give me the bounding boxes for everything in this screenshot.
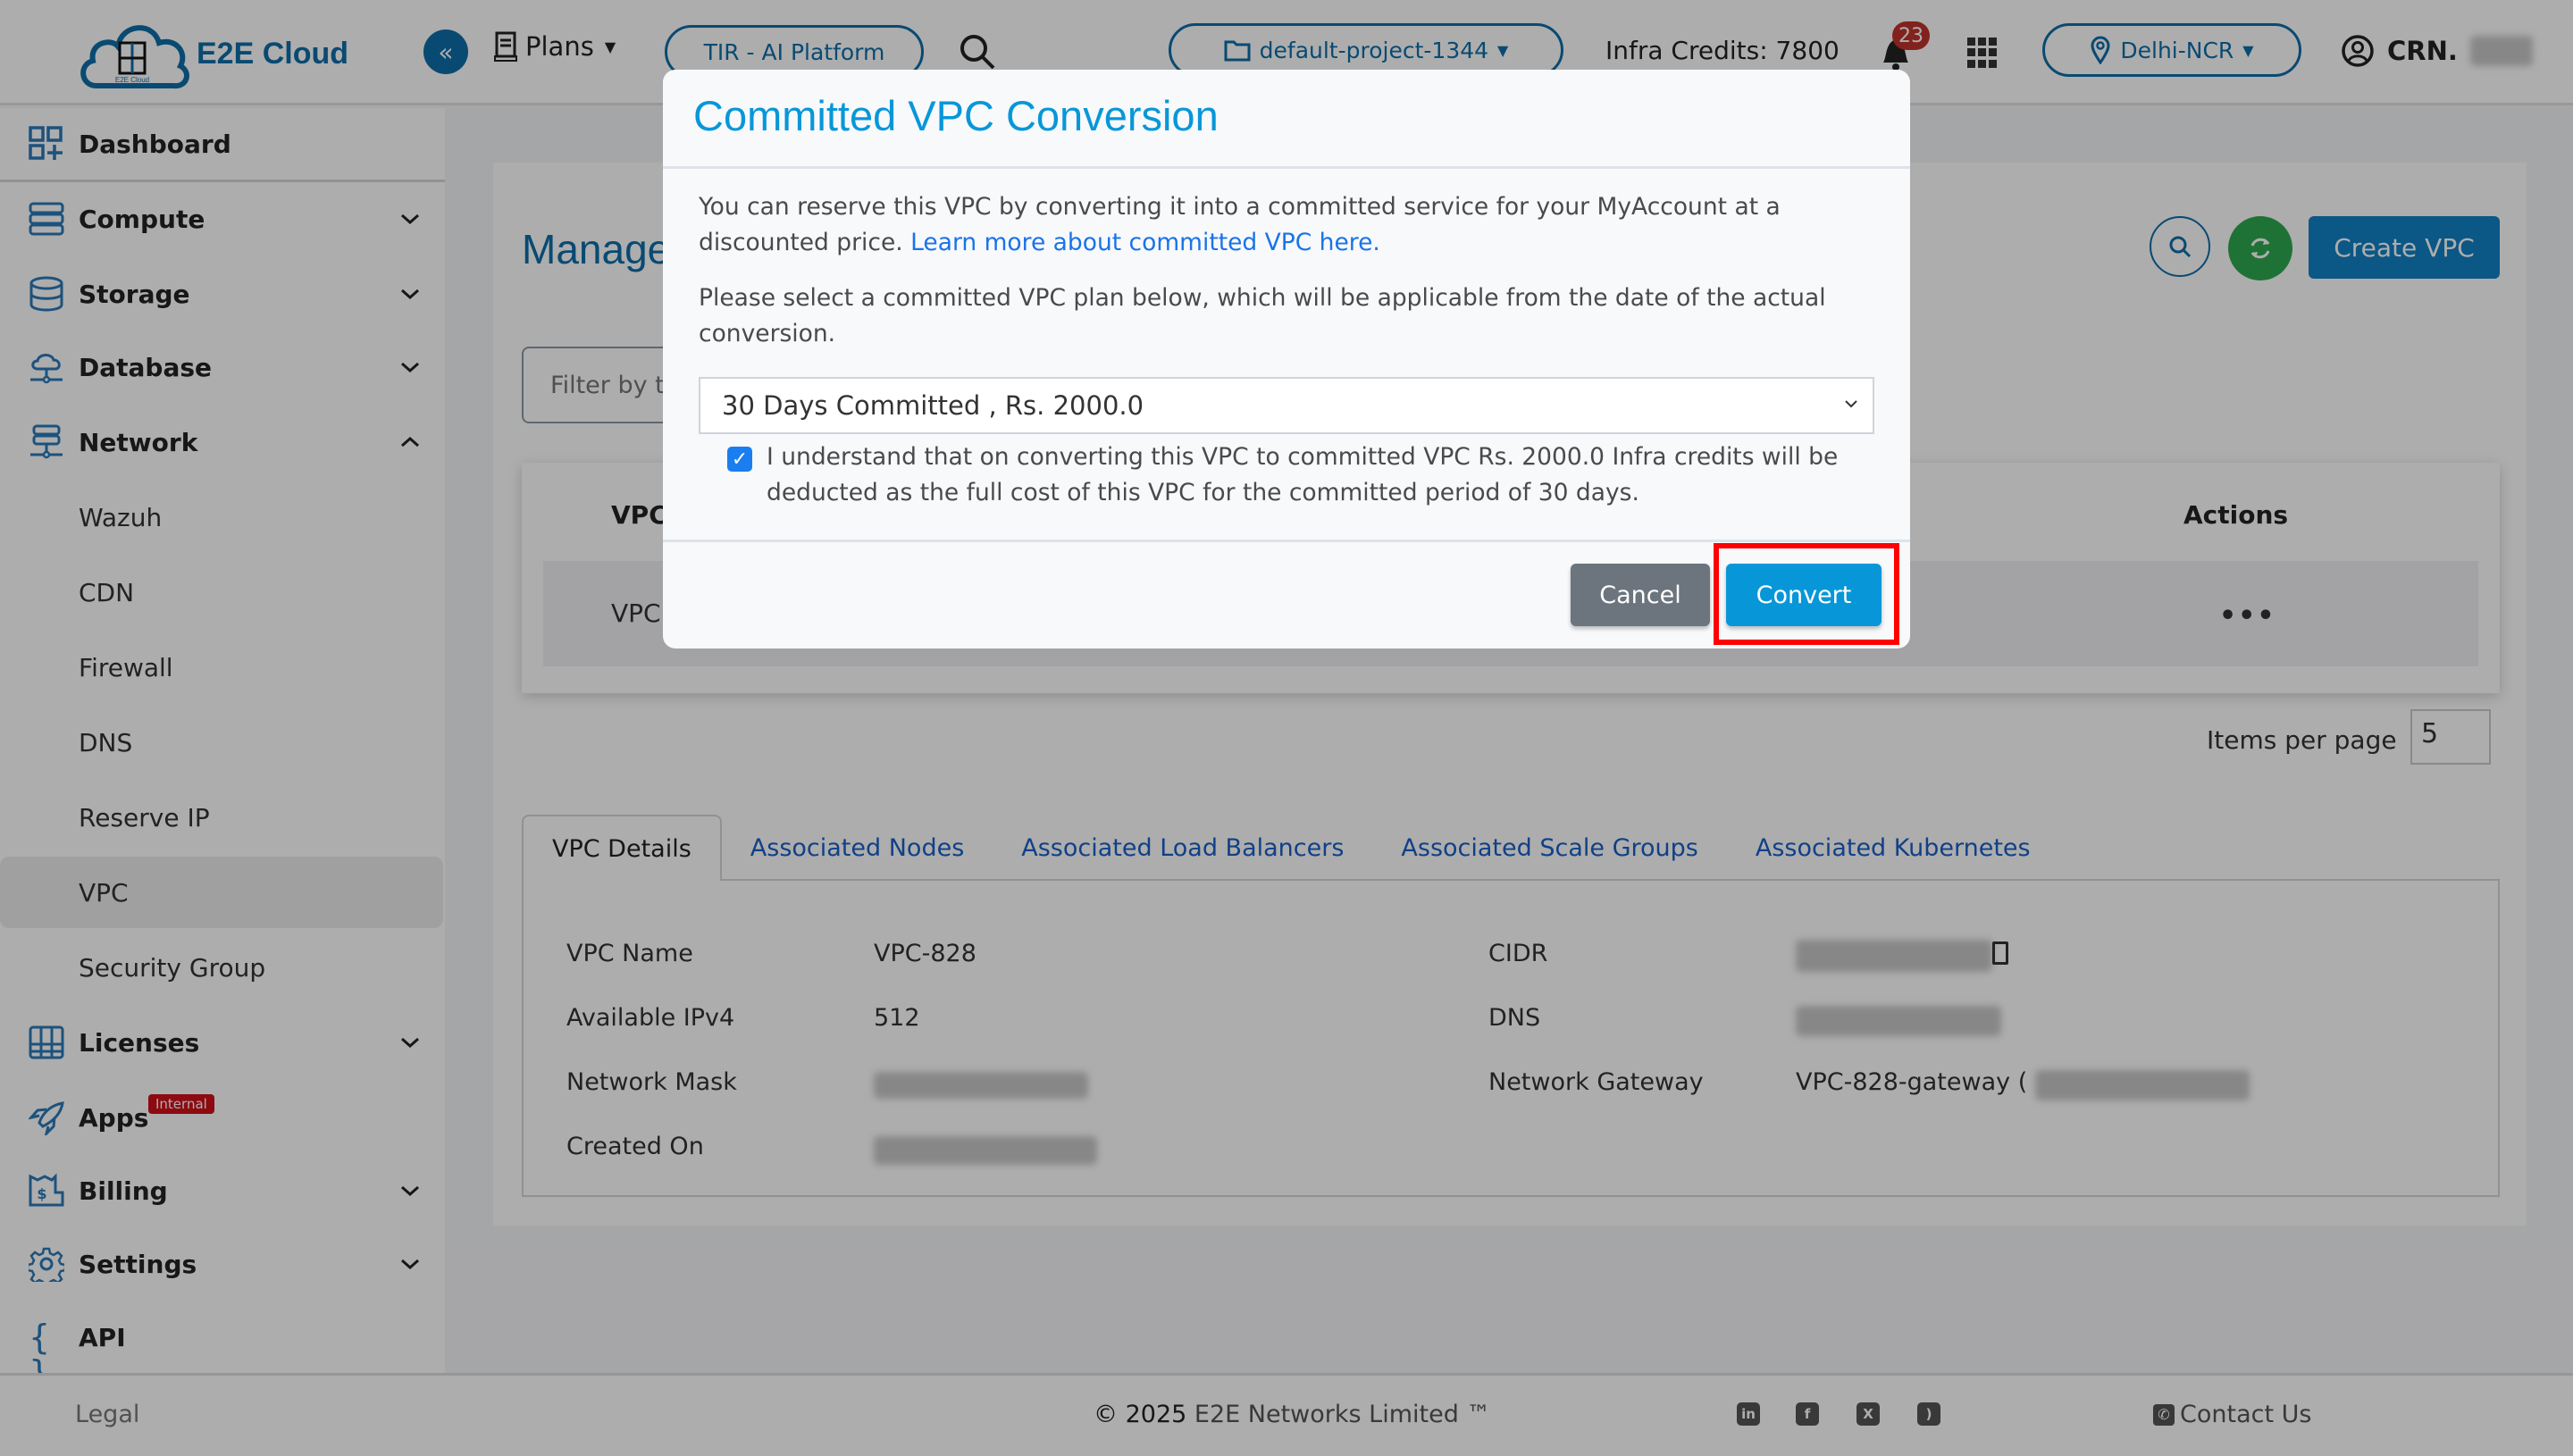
dialog-intro: You can reserve this VPC by converting i… <box>699 189 1878 261</box>
select-plan-prompt: Please select a committed VPC plan below… <box>699 284 1826 347</box>
cancel-button[interactable]: Cancel <box>1571 564 1710 626</box>
checkmark-icon: ✓ <box>731 448 749 471</box>
dialog-title: Committed VPC Conversion <box>693 92 1219 139</box>
convert-highlight-annotation <box>1714 543 1899 645</box>
dialog-header-divider <box>663 166 1910 169</box>
committed-plan-select[interactable]: 30 Days Committed , Rs. 2000.0 <box>699 377 1874 434</box>
selected-plan-value: 30 Days Committed , Rs. 2000.0 <box>722 390 1144 421</box>
learn-more-link[interactable]: Learn more about committed VPC here. <box>910 229 1380 256</box>
dialog-footer-divider <box>663 540 1910 542</box>
chevron-down-icon <box>1845 400 1857 408</box>
acknowledge-checkbox[interactable]: ✓ <box>727 447 752 472</box>
acknowledge-text: I understand that on converting this VPC… <box>767 443 1839 506</box>
